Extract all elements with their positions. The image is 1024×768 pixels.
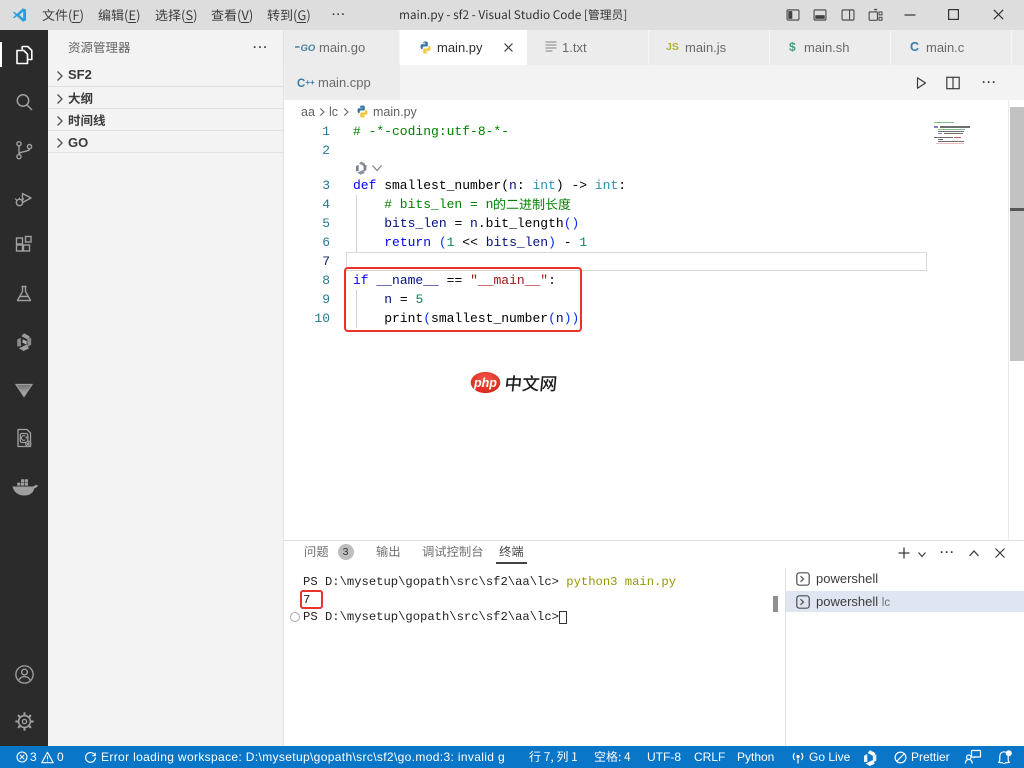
svg-text:GO: GO (301, 43, 316, 53)
svg-text:php: php (473, 376, 497, 390)
